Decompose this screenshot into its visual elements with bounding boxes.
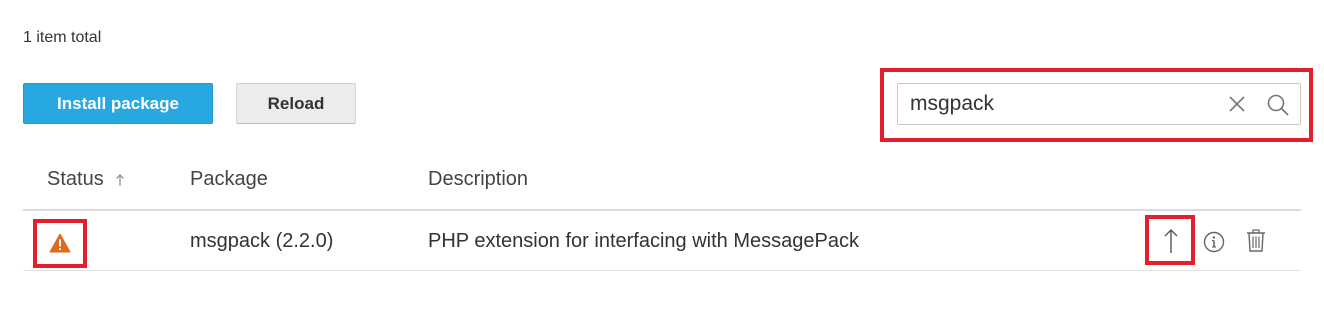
reload-button[interactable]: Reload (236, 83, 356, 124)
clear-icon[interactable] (1228, 95, 1246, 113)
search-input[interactable] (910, 84, 1210, 124)
package-name: msgpack (2.2.0) (190, 230, 334, 252)
warning-icon (49, 233, 71, 253)
header-divider (23, 209, 1301, 211)
column-header-status[interactable]: Status (47, 168, 104, 191)
search-box (897, 83, 1301, 125)
column-header-description[interactable]: Description (428, 168, 528, 191)
package-description: PHP extension for interfacing with Messa… (428, 230, 859, 252)
package-manager-page: 1 item total Install package Reload Stat… (0, 0, 1324, 316)
column-header-package[interactable]: Package (190, 168, 268, 191)
info-icon[interactable] (1203, 231, 1225, 253)
search-icon[interactable] (1266, 93, 1290, 117)
trash-icon[interactable] (1245, 229, 1267, 253)
upgrade-icon[interactable] (1163, 228, 1179, 254)
row-divider (23, 270, 1301, 271)
sort-ascending-icon (116, 174, 124, 186)
item-count-label: 1 item total (23, 29, 102, 46)
install-package-button[interactable]: Install package (23, 83, 213, 124)
